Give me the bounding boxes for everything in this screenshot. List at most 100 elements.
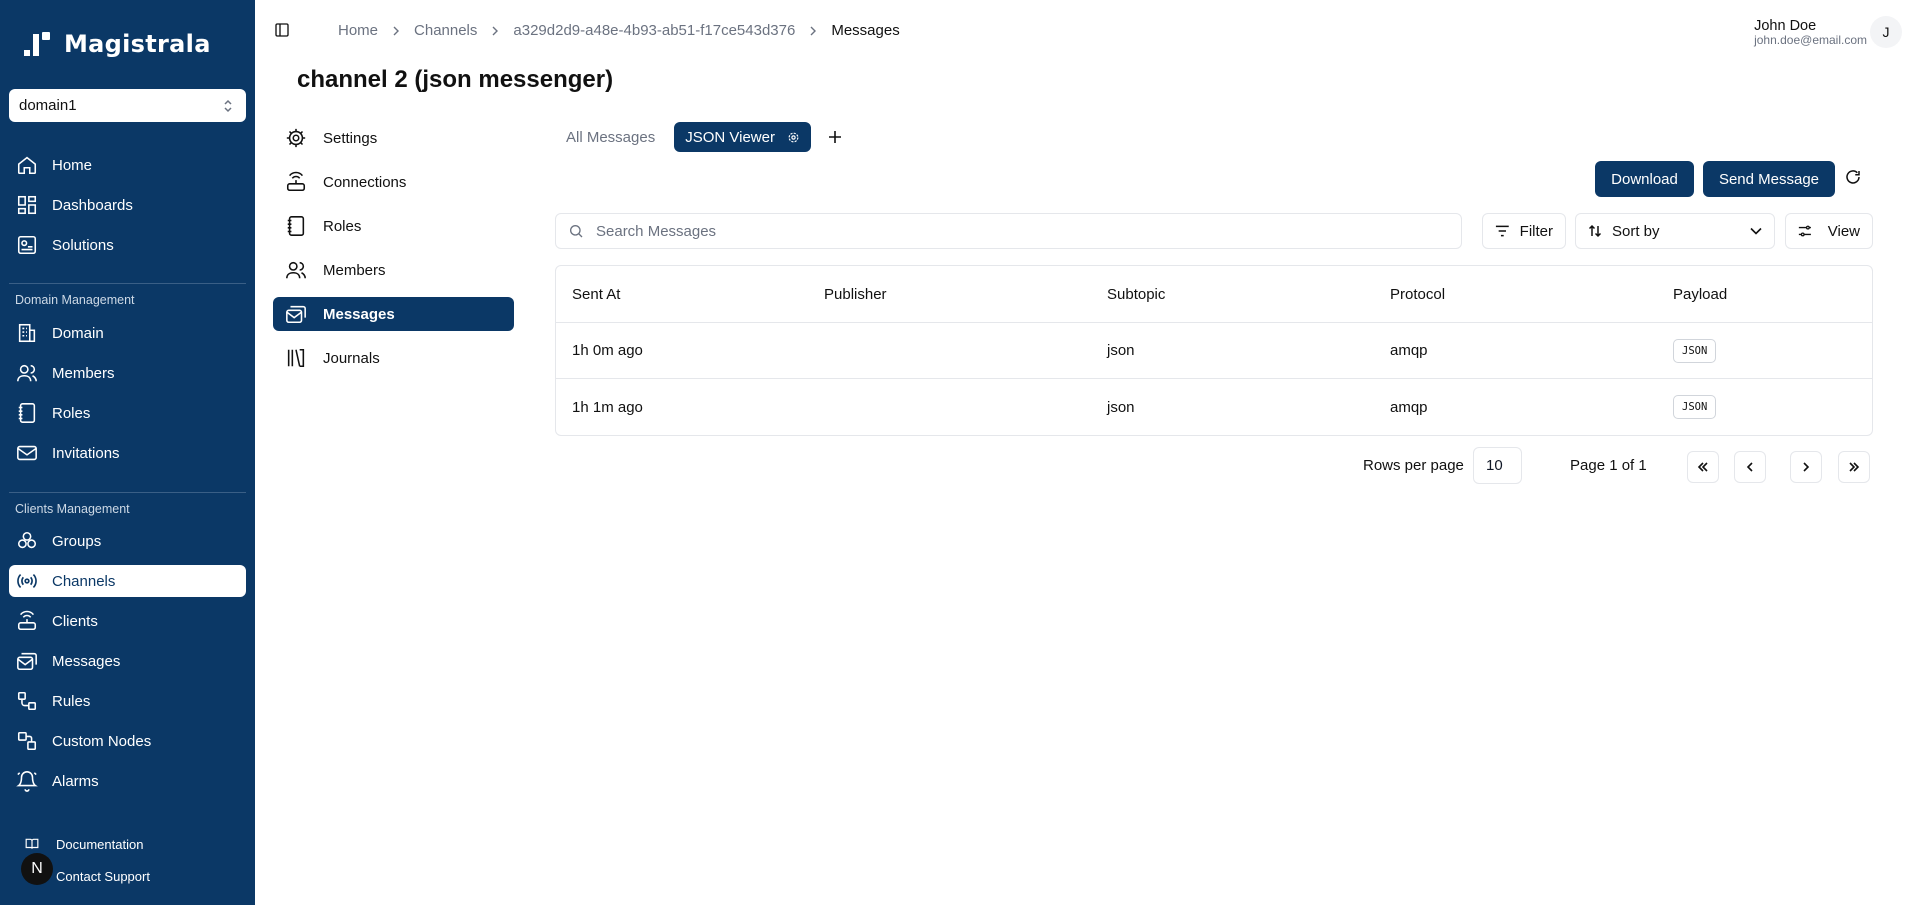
book-icon <box>25 838 39 849</box>
subnav-item-messages[interactable]: Messages <box>273 297 514 331</box>
sidebar-item-solutions[interactable]: Solutions <box>9 229 246 261</box>
download-button[interactable]: Download <box>1595 161 1694 197</box>
chevron-down-icon <box>1750 227 1762 235</box>
sidebar-item-invitations[interactable]: Invitations <box>9 437 246 469</box>
inbox-icon <box>17 652 37 671</box>
search-input[interactable] <box>596 222 1461 240</box>
subnav-item-roles[interactable]: Roles <box>273 209 514 243</box>
logo[interactable]: Magistrala <box>22 30 211 58</box>
search-icon <box>570 225 583 238</box>
sidebar-item-custom-nodes[interactable]: Custom Nodes <box>9 725 246 757</box>
subnav-item-journals[interactable]: Journals <box>273 341 514 375</box>
chevron-left-icon <box>1746 462 1753 472</box>
subnav-item-label: Messages <box>323 305 395 323</box>
subnav-item-members[interactable]: Members <box>273 253 514 287</box>
sidebar-item-groups[interactable]: Groups <box>9 525 246 557</box>
bell-icon <box>16 771 38 792</box>
view-label: View <box>1827 222 1860 240</box>
cell-subtopic: json <box>1107 398 1135 416</box>
send-message-button[interactable]: Send Message <box>1703 161 1835 197</box>
tab-all-messages[interactable]: All Messages <box>555 122 666 152</box>
filter-button[interactable]: Filter <box>1482 213 1566 249</box>
tab-label: All Messages <box>566 128 656 146</box>
cell-protocol: amqp <box>1390 398 1428 416</box>
main-nav: Home Dashboards Solutions <box>9 149 246 269</box>
tab-json-viewer[interactable]: JSON Viewer <box>674 122 811 152</box>
domain-select[interactable]: domain1 <box>9 89 246 122</box>
table-row[interactable]: 1h 0m ago json amqp JSON <box>556 323 1872 379</box>
router-icon <box>286 171 306 192</box>
user-name: John Doe <box>1754 18 1817 34</box>
sort-select[interactable]: Sort by <box>1575 213 1775 249</box>
sidebar-item-domain[interactable]: Domain <box>9 317 246 349</box>
sidebar-item-members[interactable]: Members <box>9 357 246 389</box>
section-label-domain: Domain Management <box>15 293 135 307</box>
sidebar-item-messages[interactable]: Messages <box>9 645 246 677</box>
dashboard-icon <box>17 195 37 215</box>
plus-icon <box>828 131 841 143</box>
sidebar-item-home[interactable]: Home <box>9 149 246 181</box>
channel-subnav: Settings Connections Roles Members Messa… <box>273 121 514 385</box>
settings-icon[interactable] <box>787 131 800 144</box>
messages-table: Sent At Publisher Subtopic Protocol Payl… <box>555 265 1873 436</box>
column-header-publisher[interactable]: Publisher <box>808 286 1091 303</box>
app-name: Magistrala <box>64 30 211 58</box>
next-page-button[interactable] <box>1790 451 1822 483</box>
cell-sent-at: 1h 0m ago <box>572 342 643 359</box>
documentation-link[interactable]: Documentation <box>56 837 143 852</box>
domain-select-value: domain1 <box>19 97 77 114</box>
subnav-item-label: Members <box>323 261 386 279</box>
magistrala-logo-icon <box>24 32 50 56</box>
rows-per-page-label: Rows per page <box>1363 457 1464 474</box>
sidebar-item-label: Dashboards <box>52 196 133 214</box>
rows-per-page-input[interactable]: 10 <box>1473 447 1522 484</box>
subnav-item-connections[interactable]: Connections <box>273 165 514 199</box>
refresh-icon[interactable] <box>1844 168 1862 186</box>
sidebar-item-clients[interactable]: Clients <box>9 605 246 637</box>
last-page-button[interactable] <box>1838 451 1870 483</box>
column-header-sent-at[interactable]: Sent At <box>556 286 808 303</box>
contact-support-link[interactable]: Contact Support <box>56 869 150 884</box>
chevron-right-icon <box>492 26 499 35</box>
search-box <box>555 213 1462 249</box>
sidebar-item-label: Members <box>52 364 115 382</box>
mail-icon <box>17 445 37 461</box>
sidebar-item-label: Custom Nodes <box>52 732 152 750</box>
tab-label: JSON Viewer <box>685 128 775 146</box>
breadcrumb: Home Channels a329d2d9-a48e-4b93-ab51-f1… <box>338 22 900 39</box>
breadcrumb-home[interactable]: Home <box>338 22 378 39</box>
sidebar-item-rules[interactable]: Rules <box>9 685 246 717</box>
sidebar-toggle-icon[interactable] <box>274 22 290 38</box>
add-tab-button[interactable] <box>823 125 847 149</box>
chevrons-right-icon <box>1849 462 1860 472</box>
sidebar-item-roles[interactable]: Roles <box>9 397 246 429</box>
groups-icon <box>17 531 37 549</box>
table-row[interactable]: 1h 1m ago json amqp JSON <box>556 379 1872 435</box>
sidebar-item-dashboards[interactable]: Dashboards <box>9 189 246 221</box>
subnav-item-label: Journals <box>323 349 380 367</box>
column-header-protocol[interactable]: Protocol <box>1374 286 1657 303</box>
gear-icon <box>286 128 306 148</box>
sidebar-item-label: Solutions <box>52 236 114 254</box>
column-header-payload[interactable]: Payload <box>1657 286 1872 303</box>
sidebar-item-alarms[interactable]: Alarms <box>9 765 246 797</box>
json-payload-button[interactable]: JSON <box>1673 395 1717 419</box>
previous-page-button[interactable] <box>1734 451 1766 483</box>
sidebar-divider <box>9 492 246 493</box>
column-header-subtopic[interactable]: Subtopic <box>1091 286 1374 303</box>
sidebar-item-label: Messages <box>52 652 121 670</box>
breadcrumb-channel-id[interactable]: a329d2d9-a48e-4b93-ab51-f17ce543d376 <box>513 22 795 39</box>
json-payload-button[interactable]: JSON <box>1673 338 1717 363</box>
sidebar-item-label: Domain <box>52 324 104 342</box>
user-info[interactable]: John Doe john.doe@email.com <box>1754 18 1867 47</box>
breadcrumb-channels[interactable]: Channels <box>414 22 477 39</box>
subnav-item-settings[interactable]: Settings <box>273 121 514 155</box>
message-tabs: All Messages JSON Viewer <box>555 122 847 152</box>
view-button[interactable]: View <box>1785 213 1873 249</box>
cell-payload: JSON <box>1657 395 1872 419</box>
next-badge[interactable]: N <box>21 853 53 885</box>
sidebar-item-channels[interactable]: Channels <box>9 565 246 597</box>
sidebar-item-label: Invitations <box>52 444 120 462</box>
first-page-button[interactable] <box>1687 451 1719 483</box>
avatar[interactable]: J <box>1870 16 1902 48</box>
